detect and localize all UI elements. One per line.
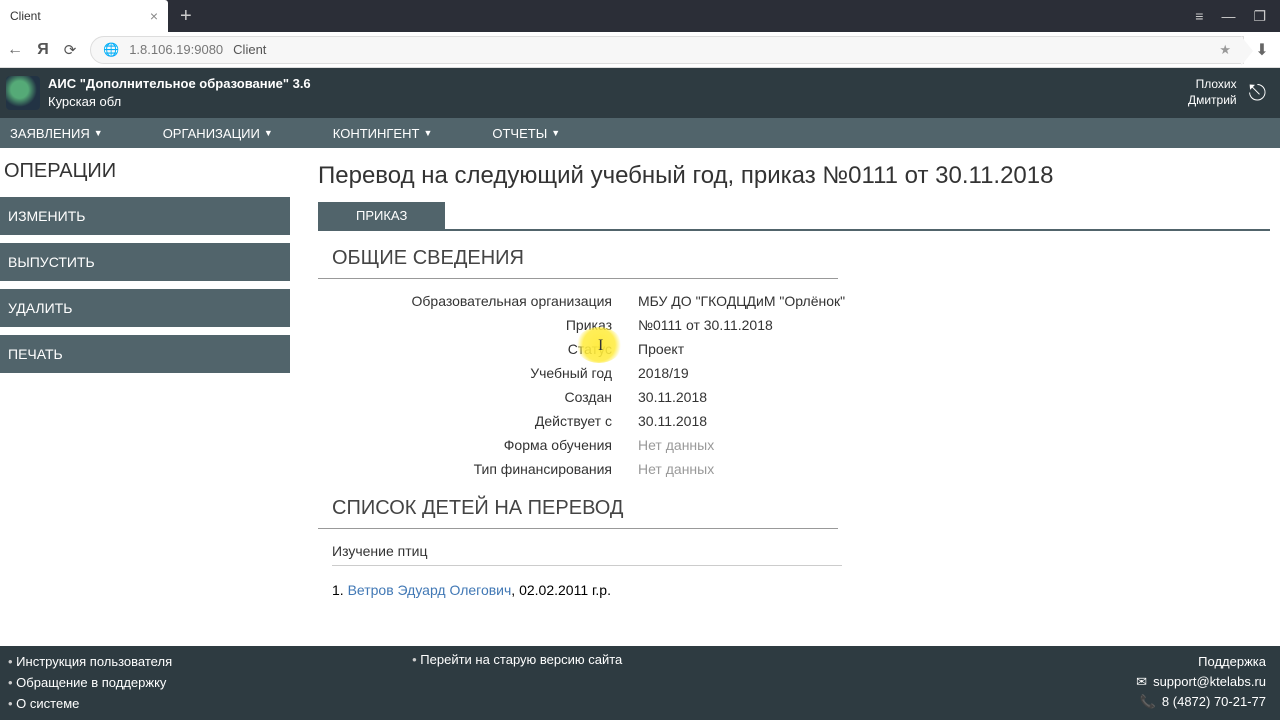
yandex-icon[interactable]: Я [30,41,56,59]
child-birth: , 02.02.2011 г.р. [511,582,611,598]
nav-organizations-label: ОРГАНИЗАЦИИ [163,126,260,141]
footer: Инструкция пользователя Обращение в подд… [0,646,1280,720]
op-release-button[interactable]: ВЫПУСТИТЬ [0,243,290,281]
browser-tab[interactable]: Client × [0,0,168,32]
close-icon[interactable]: × [150,8,158,24]
reload-icon[interactable]: ⟳ [56,41,84,59]
footer-email[interactable]: support@ktelabs.ru [1153,674,1266,689]
footer-about-link[interactable]: О системе [8,694,172,715]
effective-label: Действует с [358,413,638,429]
form-label: Форма обучения [358,437,638,453]
address-host: 1.8.106.19:9080 [129,42,223,57]
order-value: №0111 от 30.11.2018 [638,317,773,333]
footer-manual-link[interactable]: Инструкция пользователя [8,652,172,673]
op-edit-button[interactable]: ИЗМЕНИТЬ [0,197,290,235]
effective-value: 30.11.2018 [638,413,707,429]
nav-applications-label: ЗАЯВЛЕНИЯ [10,126,90,141]
menu-icon[interactable]: ≡ [1195,8,1203,25]
app-header: АИС "Дополнительное образование" 3.6 Кур… [0,68,1280,118]
nav-applications[interactable]: ЗАЯВЛЕНИЯ ▼ [10,126,103,141]
bookmark-star-icon[interactable]: ★ [1219,42,1231,58]
chevron-down-icon: ▼ [551,128,560,138]
app-logo [6,76,40,110]
logout-icon[interactable]: ⎋ [1249,80,1266,106]
created-label: Создан [358,389,638,405]
divider [318,278,838,279]
status-label: Статус [358,341,638,357]
minimize-icon[interactable]: — [1221,8,1235,25]
finance-label: Тип финансирования [358,461,638,477]
tab-title: Client [10,9,41,23]
user-lastname: Плохих [1188,77,1237,93]
app-region: Курская обл [48,93,311,111]
user-block: Плохих Дмитрий [1188,77,1237,108]
new-tab-button[interactable]: + [168,5,204,28]
year-value: 2018/19 [638,365,689,381]
org-label: Образовательная организация [358,293,638,309]
divider [318,528,838,529]
app-title: АИС "Дополнительное образование" 3.6 [48,75,311,93]
group-name: Изучение птиц [332,543,842,566]
sidebar: ОПЕРАЦИИ ИЗМЕНИТЬ ВЫПУСТИТЬ УДАЛИТЬ ПЕЧА… [0,148,300,646]
footer-old-site-link[interactable]: Перейти на старую версию сайта [412,652,622,718]
finance-value: Нет данных [638,461,714,477]
section-general-title: ОБЩИЕ СВЕДЕНИЯ [318,231,1270,278]
page-title: Перевод на следующий учебный год, приказ… [318,162,1270,190]
footer-support-link[interactable]: Обращение в поддержку [8,673,172,694]
footer-phone[interactable]: 8 (4872) 70-21-77 [1162,694,1266,709]
created-value: 30.11.2018 [638,389,707,405]
op-delete-button[interactable]: УДАЛИТЬ [0,289,290,327]
address-bar-row: ← Я ⟳ 🌐 1.8.106.19:9080 Client ★ ⬇ [0,32,1280,68]
text-cursor-icon: I [598,337,603,355]
phone-icon: 📞 [1140,694,1156,709]
org-value: МБУ ДО "ГКОДЦДиМ "Орлёнок" [638,293,845,309]
globe-icon: 🌐 [103,42,119,58]
browser-tab-strip: Client × + ≡ — ❐ [0,0,1280,32]
status-value: Проект [638,341,684,357]
op-print-button[interactable]: ПЕЧАТЬ [0,335,290,373]
child-row: 1. Ветров Эдуард Олегович, 02.02.2011 г.… [332,572,1270,598]
year-label: Учебный год [358,365,638,381]
nav-organizations[interactable]: ОРГАНИЗАЦИИ ▼ [163,126,273,141]
child-link[interactable]: Ветров Эдуард Олегович [348,582,512,598]
mail-icon: ✉ [1136,674,1147,689]
nav-contingent-label: КОНТИНГЕНТ [333,126,420,141]
child-index: 1. [332,582,348,598]
order-label: Приказ [358,317,638,333]
chevron-down-icon: ▼ [423,128,432,138]
content: Перевод на следующий учебный год, приказ… [300,148,1280,646]
form-value: Нет данных [638,437,714,453]
nav-contingent[interactable]: КОНТИНГЕНТ▼ [333,126,433,141]
tab-row: ПРИКАЗ [318,202,1270,231]
section-children-title: СПИСОК ДЕТЕЙ НА ПЕРЕВОД [318,481,1270,528]
nav-reports-label: ОТЧЕТЫ [492,126,547,141]
maximize-icon[interactable]: ❐ [1253,8,1266,25]
address-path: Client [233,42,266,57]
back-icon[interactable]: ← [0,41,30,59]
main-nav: ЗАЯВЛЕНИЯ▼ ОРГАНИЗАЦИИ▼ КОНТИНГЕНТ▼ ОТЧЕ… [0,118,1280,148]
footer-support-title: Поддержка [1136,652,1266,672]
tab-order[interactable]: ПРИКАЗ [318,202,445,229]
sidebar-title: ОПЕРАЦИИ [0,160,290,183]
user-firstname: Дмитрий [1188,93,1237,109]
info-table: Образовательная организацияМБУ ДО "ГКОДЦ… [358,289,1270,481]
chevron-down-icon: ▼ [264,128,273,138]
chevron-down-icon: ▼ [94,128,103,138]
nav-reports[interactable]: ОТЧЕТЫ ▼ [492,126,560,141]
address-bar[interactable]: 🌐 1.8.106.19:9080 Client ★ [90,36,1244,64]
